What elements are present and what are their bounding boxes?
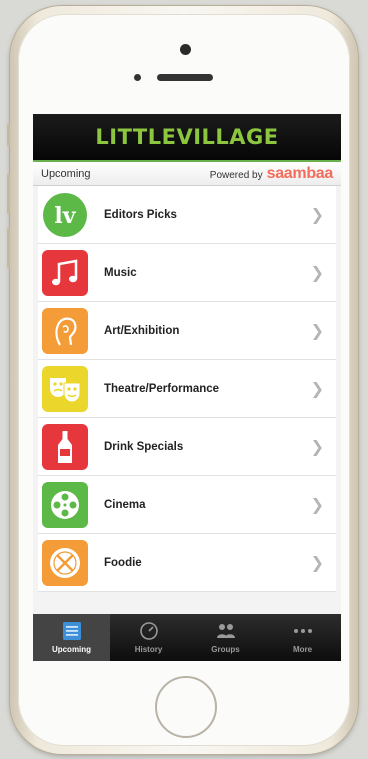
- tab-label: More: [292, 645, 313, 654]
- volume-down-button: [7, 228, 10, 268]
- front-camera: [180, 44, 191, 55]
- tab-label: History: [134, 645, 163, 654]
- tab-history[interactable]: History: [110, 614, 187, 661]
- app-header: LITTLEVILLAGE: [33, 114, 341, 162]
- plate-utensils-icon: [42, 539, 88, 586]
- category-label: Drink Specials: [104, 440, 184, 453]
- film-reel-icon: [42, 481, 88, 528]
- calendar-list-icon: [62, 622, 81, 640]
- category-art-exhibition[interactable]: Art/Exhibition ❯: [38, 302, 336, 360]
- category-label: Theatre/Performance: [104, 382, 220, 395]
- chevron-right-icon: ❯: [310, 264, 324, 282]
- more-dots-icon: [293, 629, 312, 633]
- tab-bar: Upcoming History Groups More: [33, 614, 341, 661]
- lv-logo-icon: lv: [42, 192, 88, 238]
- category-label: Art/Exhibition: [104, 324, 180, 337]
- chevron-right-icon: ❯: [310, 322, 324, 340]
- category-label: Music: [104, 266, 137, 279]
- powered-by: Powered by saambaa: [209, 164, 334, 183]
- chevron-right-icon: ❯: [310, 554, 324, 572]
- proximity-sensor: [134, 74, 141, 81]
- category-list: lv Editors Picks ❯ Music ❯ Art/Exhibitio…: [38, 186, 336, 592]
- category-label: Editors Picks: [104, 208, 177, 221]
- volume-up-button: [7, 174, 10, 214]
- svg-text:lv: lv: [54, 203, 76, 229]
- category-foodie[interactable]: Foodie ❯: [38, 534, 336, 592]
- category-cinema[interactable]: Cinema ❯: [38, 476, 336, 534]
- chevron-right-icon: ❯: [310, 438, 324, 456]
- clock-icon: [139, 622, 158, 640]
- art-head-icon: [42, 307, 88, 354]
- tab-label: Upcoming: [51, 645, 92, 654]
- chevron-right-icon: ❯: [310, 380, 324, 398]
- chevron-right-icon: ❯: [310, 206, 324, 224]
- tab-more[interactable]: More: [264, 614, 341, 661]
- earpiece-speaker: [157, 74, 213, 81]
- category-editors-picks[interactable]: lv Editors Picks ❯: [38, 186, 336, 244]
- home-button[interactable]: [155, 676, 217, 738]
- category-label: Cinema: [104, 498, 146, 511]
- category-label: Foodie: [104, 556, 142, 569]
- sub-header: Upcoming Powered by saambaa: [33, 162, 341, 186]
- music-note-icon: [42, 249, 88, 296]
- section-title: Upcoming: [41, 167, 91, 180]
- people-icon: [216, 624, 235, 638]
- powered-by-prefix: Powered by: [209, 169, 263, 181]
- chevron-right-icon: ❯: [310, 496, 324, 514]
- saambaa-logo: saambaa: [266, 164, 334, 182]
- app-screen: LITTLEVILLAGE Upcoming Powered by saamba…: [33, 114, 341, 661]
- mute-switch: [7, 124, 10, 146]
- category-music[interactable]: Music ❯: [38, 244, 336, 302]
- tab-label: Groups: [211, 645, 240, 654]
- theatre-masks-icon: [42, 365, 88, 412]
- app-logo: LITTLEVILLAGE: [95, 125, 279, 149]
- category-theatre-performance[interactable]: Theatre/Performance ❯: [38, 360, 336, 418]
- bottle-icon: [42, 423, 88, 470]
- tab-upcoming[interactable]: Upcoming: [33, 614, 110, 661]
- tab-groups[interactable]: Groups: [187, 614, 264, 661]
- category-drink-specials[interactable]: Drink Specials ❯: [38, 418, 336, 476]
